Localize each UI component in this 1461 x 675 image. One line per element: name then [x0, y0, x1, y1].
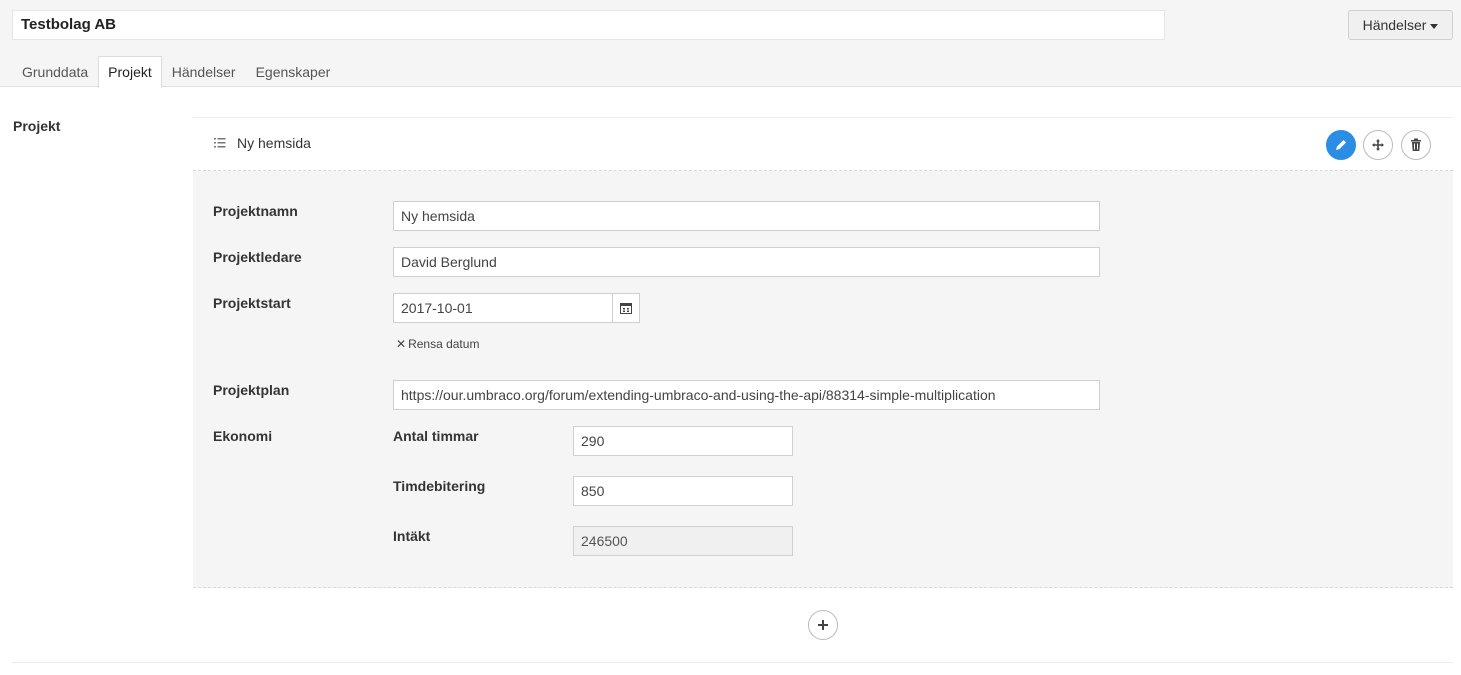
nested-item-title: Ny hemsida — [237, 135, 311, 151]
divider — [12, 662, 1453, 663]
ekonomi-label: Ekonomi — [213, 428, 273, 444]
move-icon — [1372, 139, 1384, 151]
list-icon — [214, 138, 226, 148]
intakt-label: Intäkt — [393, 528, 431, 544]
antal-timmar-input[interactable]: 290 — [573, 426, 793, 456]
tab-handelser[interactable]: Händelser — [162, 56, 246, 87]
delete-button[interactable] — [1401, 130, 1431, 160]
tab-bar: Grunddata Projekt Händelser Egenskaper — [12, 56, 341, 88]
projektnamn-input[interactable]: Ny hemsida — [393, 201, 1100, 231]
actions-dropdown-button[interactable]: Händelser — [1348, 10, 1453, 40]
edit-button[interactable] — [1326, 130, 1356, 160]
projektstart-label: Projektstart — [213, 295, 291, 311]
projektnamn-label: Projektnamn — [213, 203, 298, 219]
projektstart-date-input[interactable]: 2017-10-01 — [393, 293, 613, 323]
projektledare-label: Projektledare — [213, 249, 302, 265]
nested-item-body: Projektnamn Ny hemsida Projektledare Dav… — [193, 171, 1453, 588]
tab-egenskaper[interactable]: Egenskaper — [246, 56, 341, 87]
pencil-icon — [1336, 140, 1346, 150]
projektledare-input[interactable]: David Berglund — [393, 247, 1100, 277]
calendar-icon — [620, 303, 632, 314]
editor-header: Testbolag AB Händelser Grunddata Projekt… — [0, 0, 1461, 88]
node-name-input[interactable]: Testbolag AB — [12, 10, 1165, 40]
clear-date-link[interactable]: ✕ Rensa datum — [396, 337, 479, 351]
close-icon: ✕ — [396, 337, 407, 351]
antal-timmar-label: Antal timmar — [393, 428, 479, 444]
calendar-button[interactable] — [612, 293, 640, 323]
projektplan-input[interactable]: https://our.umbraco.org/forum/extending-… — [393, 380, 1100, 410]
nested-item-header[interactable]: Ny hemsida — [193, 117, 1453, 171]
tab-grunddata[interactable]: Grunddata — [12, 56, 98, 87]
add-item-button[interactable] — [808, 610, 838, 640]
timdebitering-label: Timdebitering — [393, 478, 486, 494]
trash-icon — [1411, 138, 1421, 151]
actions-dropdown-label: Händelser — [1362, 17, 1427, 33]
property-label-projekt: Projekt — [13, 118, 61, 134]
move-button[interactable] — [1363, 130, 1393, 160]
caret-down-icon — [1430, 23, 1439, 29]
intakt-readonly-field: 246500 — [573, 526, 793, 556]
plus-icon — [818, 620, 828, 630]
tab-projekt[interactable]: Projekt — [98, 56, 162, 88]
clear-date-label: Rensa datum — [408, 337, 480, 351]
timdebitering-input[interactable]: 850 — [573, 476, 793, 506]
projektplan-label: Projektplan — [213, 382, 290, 398]
